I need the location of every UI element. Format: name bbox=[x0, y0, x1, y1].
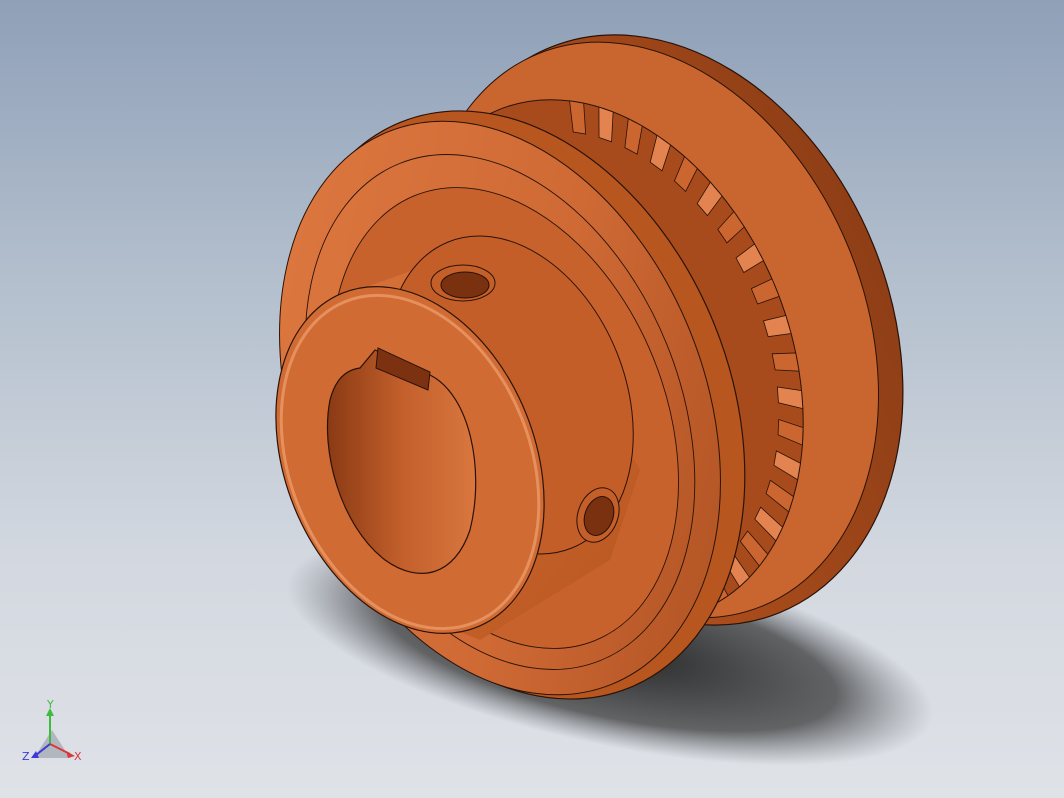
tooth bbox=[771, 352, 800, 372]
tooth bbox=[598, 106, 614, 143]
pulley-scene[interactable] bbox=[0, 0, 1064, 798]
3d-viewport[interactable]: Y X Z bbox=[0, 0, 1064, 798]
orientation-triad[interactable]: Y X Z bbox=[14, 700, 94, 780]
y-axis-label: Y bbox=[46, 700, 54, 711]
set-screw-hole-top[interactable] bbox=[430, 264, 496, 302]
x-axis-label: X bbox=[74, 750, 82, 763]
z-axis-label: Z bbox=[22, 750, 30, 763]
